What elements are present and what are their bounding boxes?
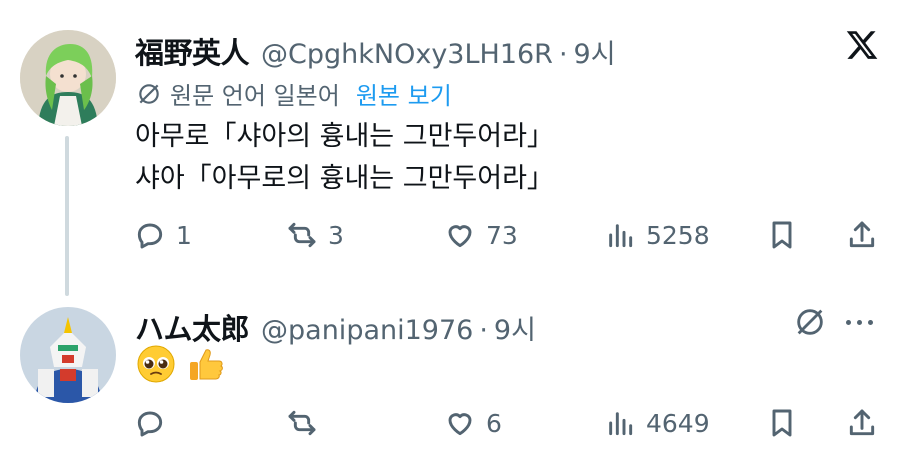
author-handle[interactable]: @panipani1976 xyxy=(261,315,473,346)
repost-icon xyxy=(288,222,316,248)
avatar[interactable] xyxy=(20,30,116,126)
reply-icon xyxy=(137,411,163,437)
heart-icon xyxy=(448,413,472,436)
heart-icon xyxy=(448,225,472,248)
pleading-face-emoji xyxy=(137,345,175,383)
x-logo-icon[interactable] xyxy=(845,28,879,62)
tweet2-action-bar: 6 4649 xyxy=(134,403,882,443)
translation-note: 원문 언어 일본어 xyxy=(170,82,340,110)
translate-icon[interactable] xyxy=(793,305,827,339)
repost-button[interactable]: 3 xyxy=(286,215,344,255)
bookmark-button[interactable] xyxy=(766,215,798,255)
share-icon xyxy=(849,409,875,436)
tweet-text-line: 아무로「샤아의 흉내는 그만두어라」 xyxy=(135,121,554,152)
reply-icon xyxy=(137,223,163,249)
repost-button[interactable] xyxy=(286,403,328,443)
like-count: 6 xyxy=(486,408,502,438)
translate-icon xyxy=(139,83,159,104)
like-button[interactable]: 73 xyxy=(444,215,518,255)
timestamp[interactable]: 9시 xyxy=(574,32,616,71)
tweet-text-line: 샤아「아무로의 흉내는 그만두어라」 xyxy=(135,163,554,194)
bookmark-button[interactable] xyxy=(766,403,798,443)
tweet2-header: ハム太郎 @panipani1976 · 9시 xyxy=(135,306,536,348)
separator-dot: · xyxy=(479,315,488,346)
reply-count: 1 xyxy=(176,220,192,250)
view-count: 4649 xyxy=(646,408,710,438)
tweet1-action-bar: 1 3 73 5258 xyxy=(134,215,882,255)
more-options-icon[interactable] xyxy=(846,310,880,334)
author-name[interactable]: ハム太郎 xyxy=(135,306,250,348)
views-button[interactable]: 4649 xyxy=(604,403,710,443)
separator-dot: · xyxy=(558,39,568,70)
share-button[interactable] xyxy=(846,215,878,255)
repost-icon xyxy=(288,410,316,436)
views-button[interactable]: 5258 xyxy=(604,215,710,255)
thread-connector-line xyxy=(65,136,69,296)
like-count: 73 xyxy=(486,220,518,250)
view-original-link[interactable]: 원본 보기 xyxy=(356,76,452,111)
reply-button[interactable] xyxy=(134,403,176,443)
views-icon xyxy=(609,412,633,436)
tweet1-header: 福野英人 @CpghkNOxy3LH16R · 9시 xyxy=(135,30,616,72)
avatar[interactable] xyxy=(20,307,116,403)
repost-count: 3 xyxy=(328,220,344,250)
translation-row: 원문 언어 일본어 원본 보기 xyxy=(136,76,452,111)
views-icon xyxy=(609,224,633,248)
timestamp[interactable]: 9시 xyxy=(494,308,536,347)
author-handle[interactable]: @CpghkNOxy3LH16R xyxy=(261,39,553,70)
view-count: 5258 xyxy=(646,220,710,250)
share-button[interactable] xyxy=(846,403,878,443)
thumbs-up-emoji xyxy=(190,349,223,380)
reply-button[interactable]: 1 xyxy=(134,215,192,255)
share-icon xyxy=(849,221,875,248)
bookmark-icon xyxy=(772,409,792,437)
author-name[interactable]: 福野英人 xyxy=(135,30,250,72)
bookmark-icon xyxy=(772,221,792,249)
tweet2-text xyxy=(136,344,226,384)
like-button[interactable]: 6 xyxy=(444,403,502,443)
